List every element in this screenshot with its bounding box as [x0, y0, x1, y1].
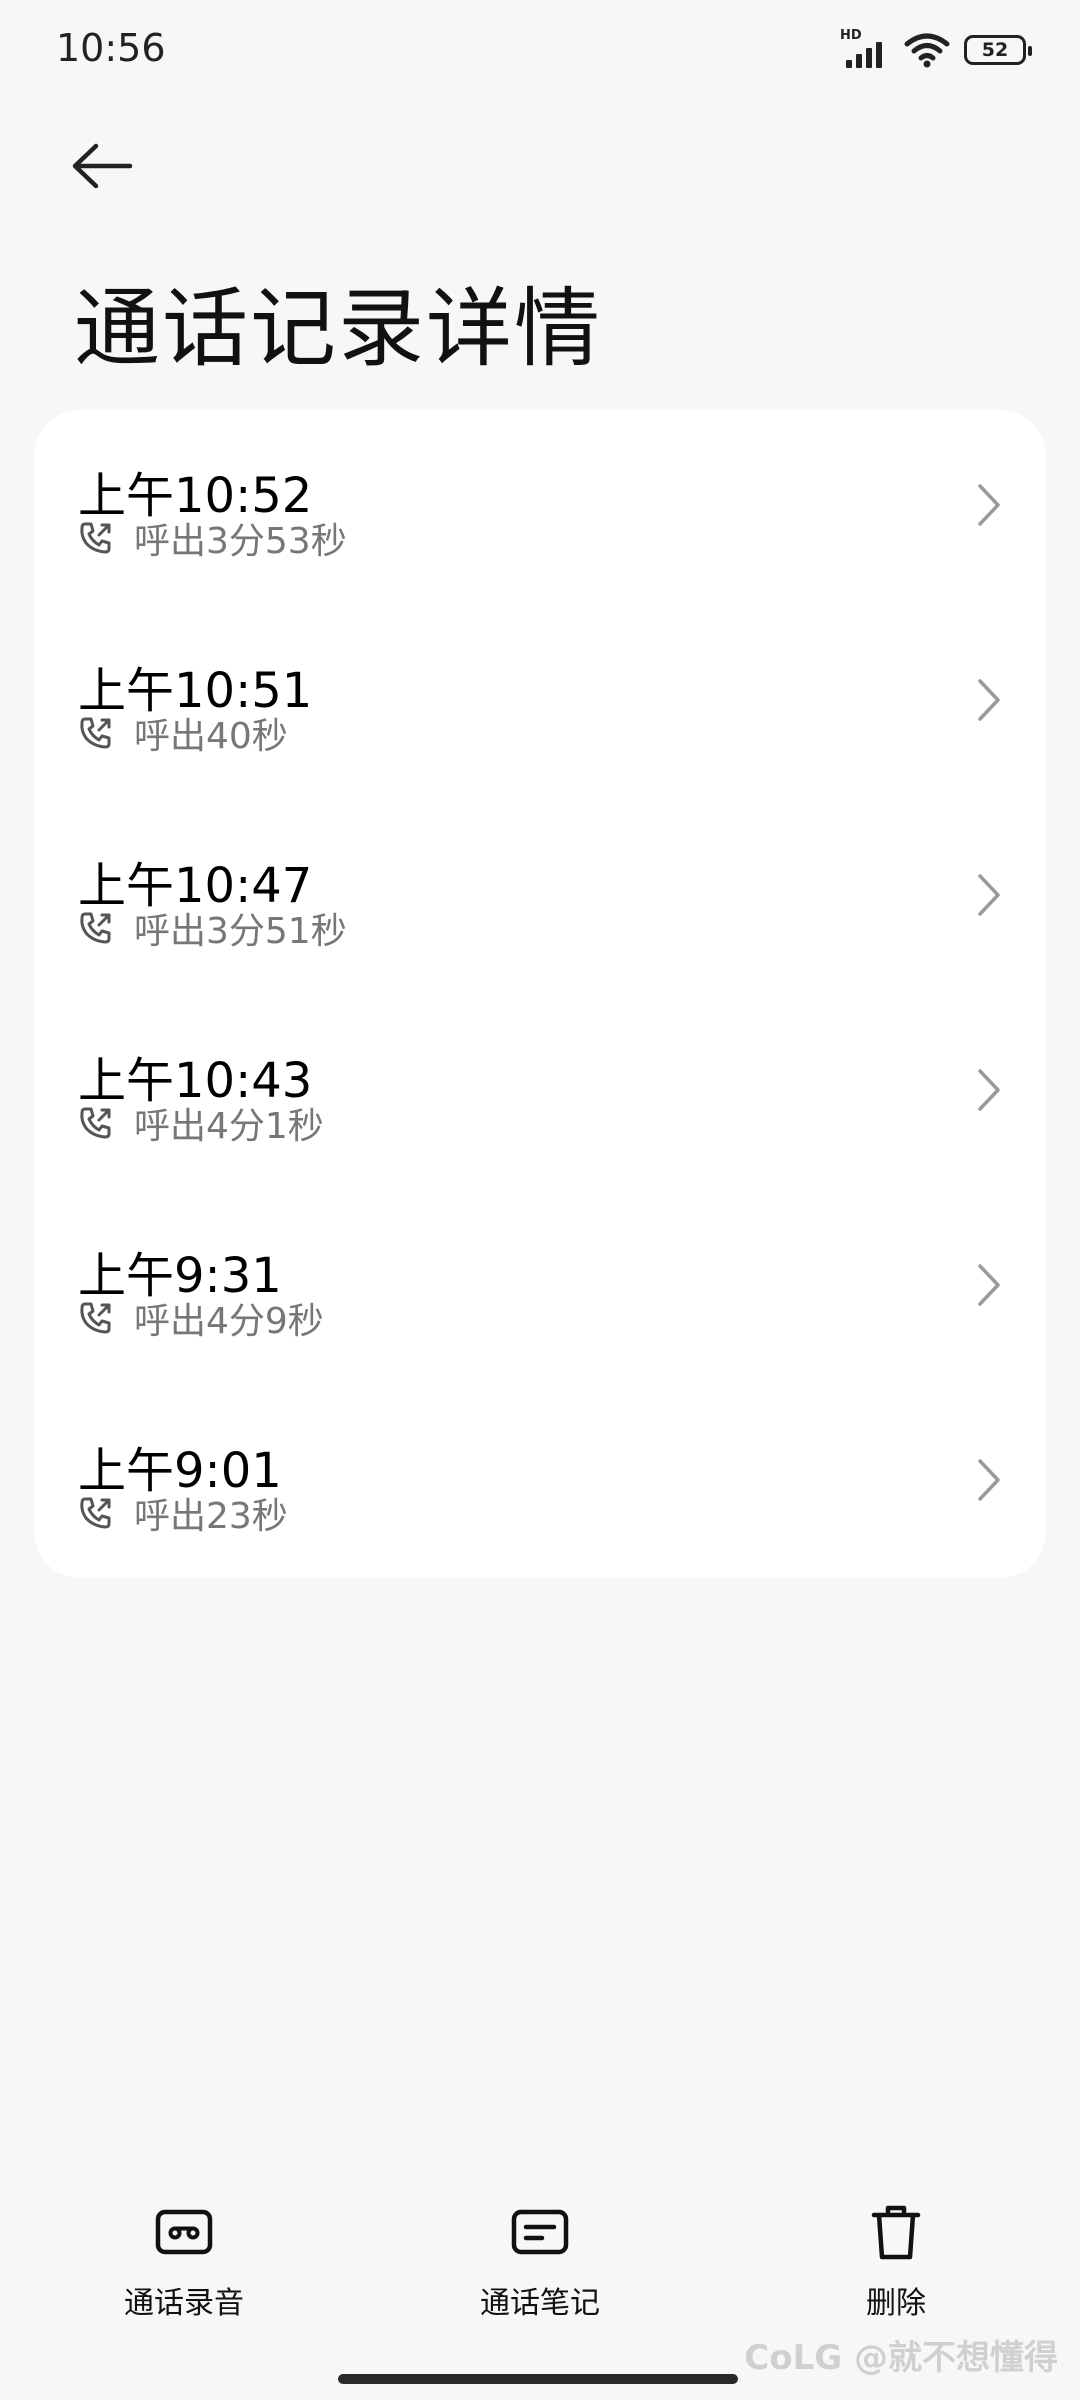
call-duration: 呼出23秒: [134, 1496, 288, 1537]
home-indicator[interactable]: [338, 2374, 738, 2384]
outgoing-call-icon: [78, 1495, 114, 1531]
call-list: 上午10:52 呼出3分53秒 上午10:51 呼出40秒 上午10:47 呼出…: [34, 410, 1046, 1578]
outgoing-call-icon: [78, 715, 114, 751]
call-record-row[interactable]: 上午10:51 呼出40秒: [34, 605, 1046, 800]
watermark: CoLG @就不想懂得: [744, 2338, 1058, 2378]
bottom-toolbar: 通话录音 通话笔记 删除: [0, 2200, 1080, 2330]
note-icon: [508, 2200, 572, 2264]
call-notes-label: 通话笔记: [480, 2286, 600, 2321]
battery-level: 52: [981, 39, 1009, 61]
chevron-right-icon: [978, 679, 1000, 721]
call-duration: 呼出4分1秒: [134, 1106, 324, 1147]
call-record-row[interactable]: 上午10:43 呼出4分1秒: [34, 995, 1046, 1190]
call-record-row[interactable]: 上午10:52 呼出3分53秒: [34, 410, 1046, 605]
network-label: HD: [840, 28, 862, 43]
status-indicators: HD 52: [840, 28, 1032, 72]
call-subline: 呼出40秒: [78, 711, 288, 757]
call-duration: 呼出4分9秒: [134, 1301, 324, 1342]
outgoing-call-icon: [78, 910, 114, 946]
page-title: 通话记录详情: [74, 279, 602, 379]
cassette-tape-icon: [152, 2200, 216, 2264]
outgoing-call-icon: [78, 1300, 114, 1336]
trash-icon: [864, 2200, 928, 2264]
call-record-row[interactable]: 上午9:31 呼出4分9秒: [34, 1190, 1046, 1385]
call-log-detail-screen: 10:56 HD 52 通话记录详情 上午10:52 呼出3分53秒 上午10:…: [0, 0, 1080, 2400]
call-subline: 呼出4分9秒: [78, 1296, 324, 1342]
call-recording-button[interactable]: 通话录音: [84, 2200, 284, 2322]
cellular-signal-icon: HD: [840, 28, 890, 70]
chevron-right-icon: [978, 1459, 1000, 1501]
outgoing-call-icon: [78, 520, 114, 556]
back-button[interactable]: [70, 135, 150, 197]
call-notes-button[interactable]: 通话笔记: [440, 2200, 640, 2322]
call-duration: 呼出40秒: [134, 716, 288, 757]
chevron-right-icon: [978, 874, 1000, 916]
wifi-icon: [904, 33, 950, 68]
call-duration: 呼出3分53秒: [134, 521, 347, 562]
call-recording-label: 通话录音: [124, 2286, 244, 2321]
call-subline: 呼出23秒: [78, 1491, 288, 1537]
call-record-row[interactable]: 上午10:47 呼出3分51秒: [34, 800, 1046, 995]
chevron-right-icon: [978, 1069, 1000, 1111]
delete-label: 删除: [866, 2286, 926, 2321]
status-bar: 10:56 HD 52: [0, 0, 1080, 100]
call-subline: 呼出3分53秒: [78, 516, 347, 562]
delete-button[interactable]: 删除: [796, 2200, 996, 2322]
call-record-row[interactable]: 上午9:01 呼出23秒: [34, 1385, 1046, 1578]
outgoing-call-icon: [78, 1105, 114, 1141]
call-subline: 呼出4分1秒: [78, 1101, 324, 1147]
chevron-right-icon: [978, 1264, 1000, 1306]
arrow-left-icon: [72, 143, 133, 189]
status-time: 10:56: [56, 26, 166, 70]
call-duration: 呼出3分51秒: [134, 911, 347, 952]
call-subline: 呼出3分51秒: [78, 906, 347, 952]
battery-icon: 52: [964, 35, 1032, 65]
chevron-right-icon: [978, 484, 1000, 526]
